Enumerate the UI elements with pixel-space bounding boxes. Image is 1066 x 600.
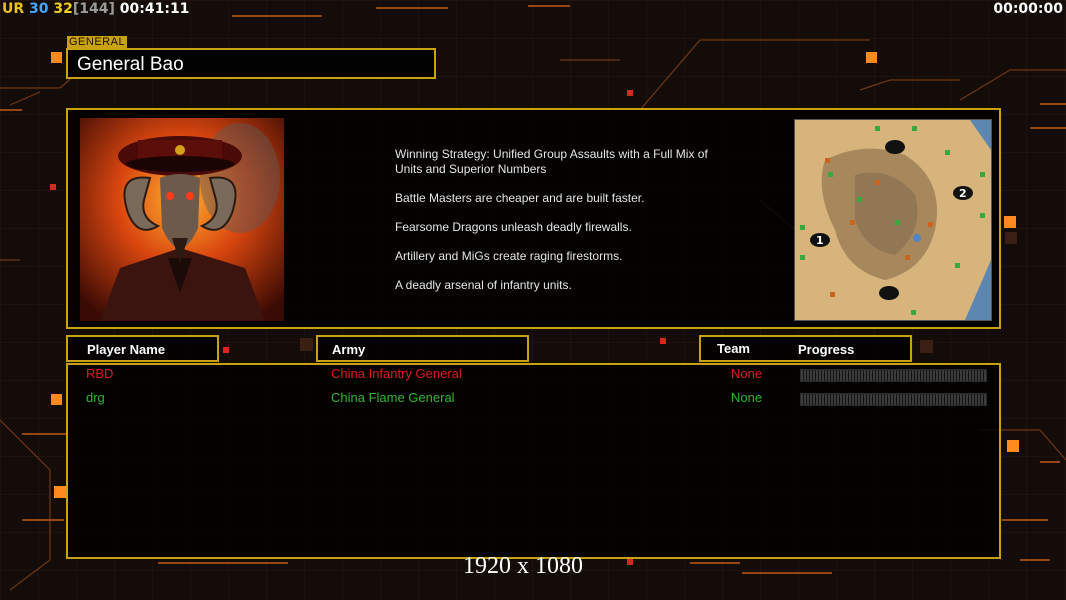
strategy-line: Winning Strategy: Unified Group Assaults… <box>395 147 708 176</box>
fps-ping-readout: UR 30 32[144] 00:41:11 <box>2 1 189 17</box>
start-position-2: 2 <box>959 187 967 200</box>
player-team: None <box>731 390 763 405</box>
strategy-line: Fearsome Dragons unleash deadly firewall… <box>395 220 632 234</box>
player-name-header-label: Player Name <box>87 342 166 357</box>
player-team: None <box>731 366 763 381</box>
general-tag: GENERAL <box>67 36 128 48</box>
army-header: Army <box>316 335 529 362</box>
resolution-label: 1920 x 1080 <box>463 553 583 579</box>
ur-label: UR <box>2 1 25 17</box>
general-name-box: General Bao <box>66 48 436 79</box>
general-portrait <box>80 118 284 321</box>
strategy-line: Battle Masters are cheaper and are built… <box>395 191 645 205</box>
player-name: RBD <box>86 366 114 381</box>
strategy-text: Winning Strategy: Unified Group Assaults… <box>395 147 725 307</box>
progress-header-label: Progress <box>798 342 855 357</box>
map-preview: 1 2 <box>794 119 992 321</box>
team-progress-header: Team Progress <box>699 335 912 362</box>
strategy-line: Artillery and MiGs create raging firesto… <box>395 249 623 263</box>
player-army: China Infantry General <box>331 366 462 381</box>
player-name: drg <box>86 390 105 405</box>
player-name-header: Player Name <box>66 335 219 362</box>
player-army: China Flame General <box>331 390 455 405</box>
start-position-1: 1 <box>816 234 824 247</box>
hud-value-2: 32 <box>53 1 73 17</box>
loading-progress-bar <box>800 393 987 406</box>
loading-progress-bar <box>800 369 987 382</box>
strategy-line: A deadly arsenal of infantry units. <box>395 278 572 292</box>
hud-bracket-value: [144] <box>72 1 115 17</box>
army-header-label: Army <box>332 342 366 357</box>
general-name: General Bao <box>77 54 184 75</box>
hud-clock: 00:41:11 <box>119 1 190 17</box>
hud-value-1: 30 <box>29 1 49 17</box>
game-timer: 00:00:00 <box>993 1 1063 17</box>
player-row: RBD China Infantry General None <box>0 366 1066 386</box>
team-header-label: Team <box>717 341 750 356</box>
player-row: drg China Flame General None <box>0 390 1066 410</box>
